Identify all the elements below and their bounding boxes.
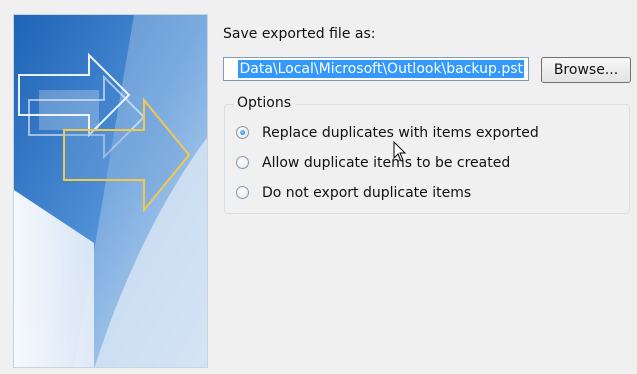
radio-label: Replace duplicates with items exported <box>262 125 539 141</box>
radio-button[interactable] <box>236 156 249 169</box>
radio-label: Do not export duplicate items <box>262 185 472 201</box>
file-path-selected-text: Data\Local\Microsoft\Outlook\backup.pst <box>238 60 524 78</box>
file-path-input[interactable]: Data\Local\Microsoft\Outlook\backup.pst <box>223 57 529 81</box>
mouse-pointer-icon <box>393 140 407 167</box>
radio-label: Allow duplicate items to be created <box>262 155 511 171</box>
radio-button[interactable] <box>236 186 249 199</box>
browse-button[interactable]: Browse... <box>541 57 631 83</box>
save-exported-file-label: Save exported file as: <box>223 26 376 42</box>
options-legend: Options <box>233 95 296 111</box>
export-wizard-banner-graphic <box>13 14 208 368</box>
export-dialog: Save exported file as: Data\Local\Micros… <box>0 0 637 374</box>
radio-button-checked[interactable] <box>236 126 249 139</box>
